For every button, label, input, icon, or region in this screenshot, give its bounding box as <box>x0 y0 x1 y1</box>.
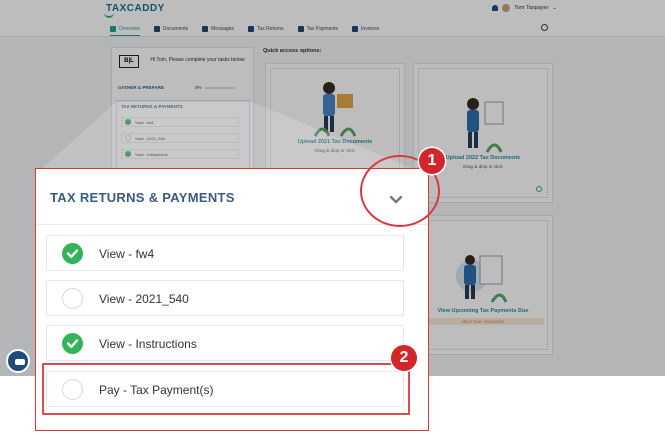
chat-button[interactable] <box>6 349 30 373</box>
task-view-fw4[interactable]: View - fw4 <box>46 235 404 271</box>
task-label: View - 2021_540 <box>99 292 189 306</box>
highlight-box <box>42 363 410 415</box>
step-badge-1: 1 <box>419 148 445 174</box>
check-circle-icon <box>62 333 83 354</box>
check-circle-icon <box>62 243 83 264</box>
task-label: View - fw4 <box>99 247 155 261</box>
task-view-2021-540[interactable]: View - 2021_540 <box>46 280 404 316</box>
empty-circle-icon <box>62 288 83 309</box>
chat-icon <box>15 359 25 365</box>
section-title: TAX RETURNS & PAYMENTS <box>50 190 235 205</box>
task-view-instructions[interactable]: View - Instructions <box>46 325 404 361</box>
tutorial-screenshot: TAXCADDY Tom Taxpayer ⌄ Overview Documen… <box>0 0 665 435</box>
step-badge-2: 2 <box>391 345 417 371</box>
task-label: View - Instructions <box>99 337 197 351</box>
divider <box>36 224 428 225</box>
